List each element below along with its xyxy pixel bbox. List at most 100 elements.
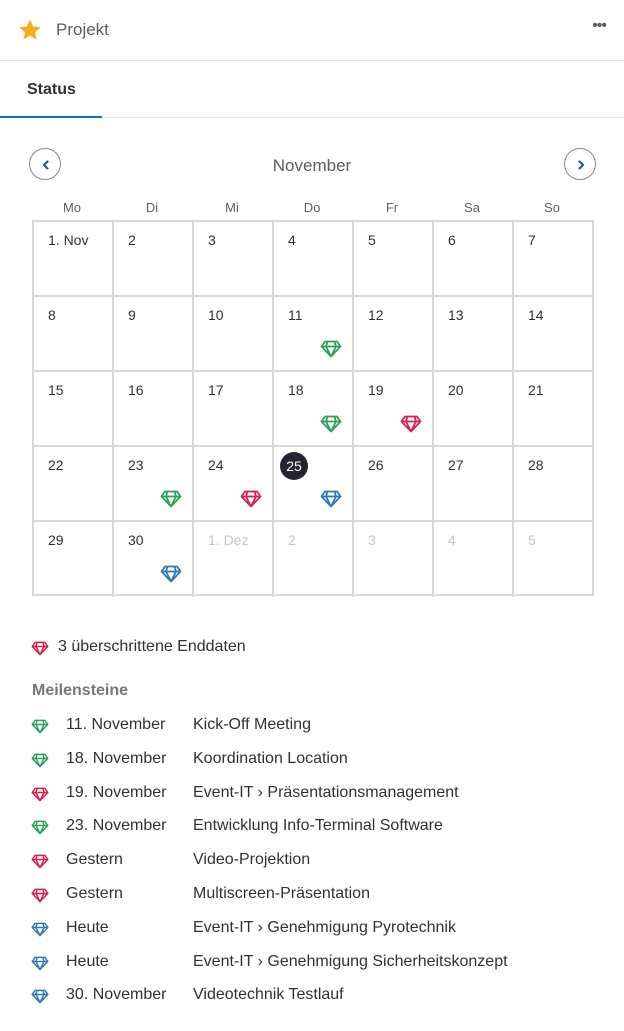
- tab-bar: Status: [0, 61, 624, 118]
- weekday-label: Sa: [464, 200, 480, 215]
- calendar-day[interactable]: 12: [354, 297, 434, 372]
- calendar-day[interactable]: 8: [34, 297, 114, 372]
- gem-done-icon: [31, 719, 49, 734]
- day-number: 8: [48, 307, 56, 323]
- calendar-grid: 1. Nov 2 3 4 5 6 7 8 9 10 11 12 13 14 15 16 17 18 19 20 21 22…: [32, 220, 594, 597]
- milestone-item[interactable]: 19. November Event-IT › Präsentationsmana…: [31, 783, 611, 817]
- gem-upcoming-icon: [31, 990, 49, 1004]
- day-number: 30: [128, 532, 144, 548]
- gem-overdue-icon: [31, 854, 49, 869]
- calendar-day[interactable]: 16: [114, 372, 194, 447]
- gem-done-icon: [31, 821, 49, 835]
- calendar-day[interactable]: 7: [514, 222, 594, 297]
- day-number: 4: [448, 532, 456, 548]
- milestones-heading: Meilensteine: [32, 682, 129, 699]
- milestone-date: 18. November: [66, 749, 167, 767]
- calendar-day[interactable]: 4: [434, 522, 514, 597]
- day-number: 23: [128, 457, 144, 473]
- gem-upcoming-icon: [320, 490, 342, 508]
- calendar-day[interactable]: 3: [354, 522, 434, 597]
- day-number: 3: [368, 532, 376, 548]
- milestone-name: Video-Projektion: [193, 851, 311, 869]
- calendar-day[interactable]: 30: [114, 522, 194, 597]
- calendar-day[interactable]: 1. Dez: [194, 522, 274, 597]
- calendar-day[interactable]: 23: [114, 447, 194, 522]
- weekday-label: Di: [145, 200, 159, 215]
- day-number: 29: [48, 532, 64, 548]
- milestone-item[interactable]: 30. November Videotechnik Testlauf: [31, 985, 611, 1019]
- day-number: 18: [288, 382, 304, 398]
- day-number: 19: [368, 382, 384, 398]
- calendar-day[interactable]: 13: [434, 297, 514, 372]
- calendar-day[interactable]: 5: [514, 522, 594, 597]
- calendar-day[interactable]: 1. Nov: [34, 222, 114, 297]
- active-tab-indicator: [0, 116, 102, 118]
- day-number: 5: [528, 532, 536, 548]
- milestone-name: Multiscreen-Präsentation: [193, 884, 370, 902]
- day-number: 6: [448, 232, 456, 248]
- calendar-day[interactable]: 15: [34, 372, 114, 447]
- calendar-day[interactable]: 3: [194, 222, 274, 297]
- next-month-button[interactable]: [564, 148, 596, 180]
- calendar-day[interactable]: 19: [354, 372, 434, 447]
- milestones-list: 11. November Kick-Off Meeting 18. November…: [31, 715, 611, 1019]
- day-number: 17: [208, 382, 224, 398]
- day-number: 13: [448, 307, 464, 323]
- milestone-date: 19. November: [66, 783, 167, 801]
- day-number: 4: [288, 232, 296, 248]
- gem-overdue-icon: [31, 888, 49, 903]
- star-icon[interactable]: [18, 18, 42, 42]
- calendar-day[interactable]: 10: [194, 297, 274, 372]
- day-number: 10: [208, 307, 224, 323]
- day-number: 15: [48, 382, 64, 398]
- calendar-day[interactable]: 6: [434, 222, 514, 297]
- calendar-day[interactable]: 20: [434, 372, 514, 447]
- gem-done-icon: [160, 490, 182, 508]
- calendar-day[interactable]: 2: [274, 522, 354, 597]
- calendar-day[interactable]: 18: [274, 372, 354, 447]
- tab-status-label: Status: [27, 81, 76, 98]
- overdue-summary-text: 3 überschrittene Enddaten: [58, 638, 246, 655]
- panel-title: Projekt: [56, 20, 109, 39]
- calendar-day[interactable]: 28: [514, 447, 594, 522]
- milestone-item[interactable]: Heute Event-IT › Genehmigung Pyrotechnik: [31, 918, 611, 952]
- milestone-name: Event-IT › Präsentationsmanagement: [193, 783, 459, 801]
- calendar-day[interactable]: 26: [354, 447, 434, 522]
- calendar-day[interactable]: 21: [514, 372, 594, 447]
- day-number: 11: [288, 307, 303, 323]
- panel-header: Projekt •••: [0, 0, 624, 61]
- tab-status[interactable]: Status: [0, 61, 102, 118]
- milestone-name: Koordination Location: [193, 749, 348, 767]
- more-options-button[interactable]: •••: [592, 17, 607, 35]
- day-number: 3: [208, 232, 216, 248]
- day-number: 9: [128, 307, 136, 323]
- calendar-day[interactable]: 25: [274, 447, 354, 522]
- calendar-day[interactable]: 24: [194, 447, 274, 522]
- calendar-day[interactable]: 29: [34, 522, 114, 597]
- calendar-day[interactable]: 22: [34, 447, 114, 522]
- calendar-day[interactable]: 9: [114, 297, 194, 372]
- milestone-name: Kick-Off Meeting: [193, 716, 311, 733]
- day-number: 24: [208, 457, 224, 473]
- weekday-label: Mo: [62, 200, 82, 215]
- calendar-day[interactable]: 14: [514, 297, 594, 372]
- day-number: 7: [528, 232, 536, 248]
- weekday-header: Mo Di Mi Do Fr Sa So: [32, 200, 594, 218]
- milestone-item[interactable]: Gestern Multiscreen-Präsentation: [31, 884, 611, 918]
- milestone-name: Event-IT › Genehmigung Pyrotechnik: [193, 918, 456, 936]
- gem-done-icon: [320, 340, 342, 358]
- calendar-day[interactable]: 4: [274, 222, 354, 297]
- milestone-item[interactable]: 23. November Entwicklung Info-Terminal So…: [31, 816, 611, 850]
- milestone-item[interactable]: 11. November Kick-Off Meeting: [31, 715, 611, 749]
- calendar-day[interactable]: 27: [434, 447, 514, 522]
- calendar-day[interactable]: 17: [194, 372, 274, 447]
- calendar-day[interactable]: 11: [274, 297, 354, 372]
- day-number: 26: [368, 457, 384, 473]
- milestone-item[interactable]: Heute Event-IT › Genehmigung Sicherheitsk…: [31, 952, 611, 986]
- calendar-day[interactable]: 2: [114, 222, 194, 297]
- calendar-day[interactable]: 5: [354, 222, 434, 297]
- milestone-item[interactable]: Gestern Video-Projektion: [31, 850, 611, 884]
- milestone-date: 23. November: [66, 817, 167, 835]
- gem-done-icon: [320, 415, 342, 433]
- milestone-item[interactable]: 18. November Koordination Location: [31, 749, 611, 783]
